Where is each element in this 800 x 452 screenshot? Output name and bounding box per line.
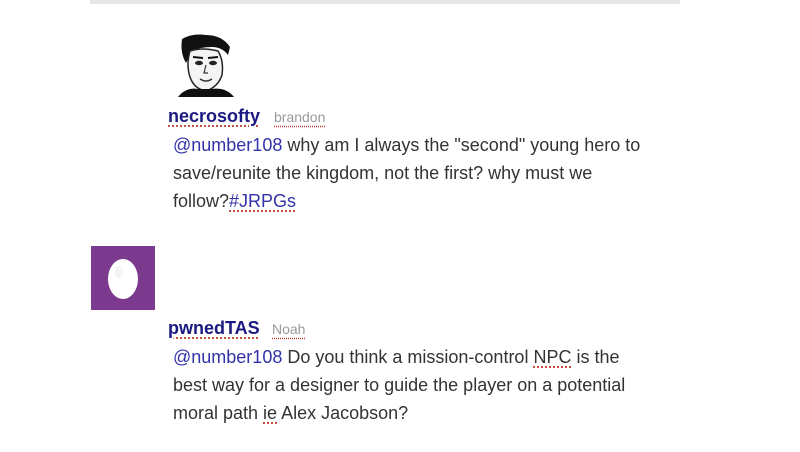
spellcheck-word: NPC (533, 347, 572, 367)
tweet-text-segment: is the (571, 347, 620, 367)
avatar-necrosofty[interactable] (172, 33, 236, 97)
default-egg-avatar-icon (91, 246, 155, 310)
tweet-text-line: @number108 Do you think a mission-contro… (173, 343, 733, 371)
tweet-text-line: save/reunite the kingdom, not the first?… (173, 163, 593, 183)
mention-link[interactable]: @number108 (173, 135, 282, 155)
tweet-text-line: best way for a designer to guide the pla… (173, 375, 626, 395)
tweet-text-line: @number108 why am I always the "second" … (173, 131, 713, 159)
spellcheck-word: ie (263, 403, 278, 423)
tweet-text-line: follow?#JRPGs (173, 187, 713, 215)
tweet-text-segment: Do you think a mission-control (282, 347, 534, 367)
tweet-realname: Noah (272, 321, 306, 337)
tweet-text-segment: Alex Jacobson? (277, 403, 409, 423)
top-divider-bar (90, 0, 680, 4)
user-photo-avatar-icon (172, 33, 236, 97)
tweet-username[interactable]: necrosofty (168, 106, 260, 127)
tweet-username[interactable]: pwnedTAS (168, 318, 260, 339)
avatar-pwnedtas[interactable] (91, 246, 155, 310)
tweet-text-line: moral path ie Alex Jacobson? (173, 399, 733, 427)
tweet-text-segment: follow? (173, 191, 230, 211)
tweet-text: @number108 why am I always the "second" … (173, 131, 713, 215)
tweet-text: @number108 Do you think a mission-contro… (173, 343, 733, 427)
tweet-realname: brandon (274, 109, 326, 125)
mention-link[interactable]: @number108 (173, 347, 282, 367)
tweet-text-segment: why am I always the "second" young hero … (282, 135, 641, 155)
tweet-text-segment: moral path (173, 403, 264, 423)
hashtag-link[interactable]: #JRPGs (229, 191, 296, 211)
